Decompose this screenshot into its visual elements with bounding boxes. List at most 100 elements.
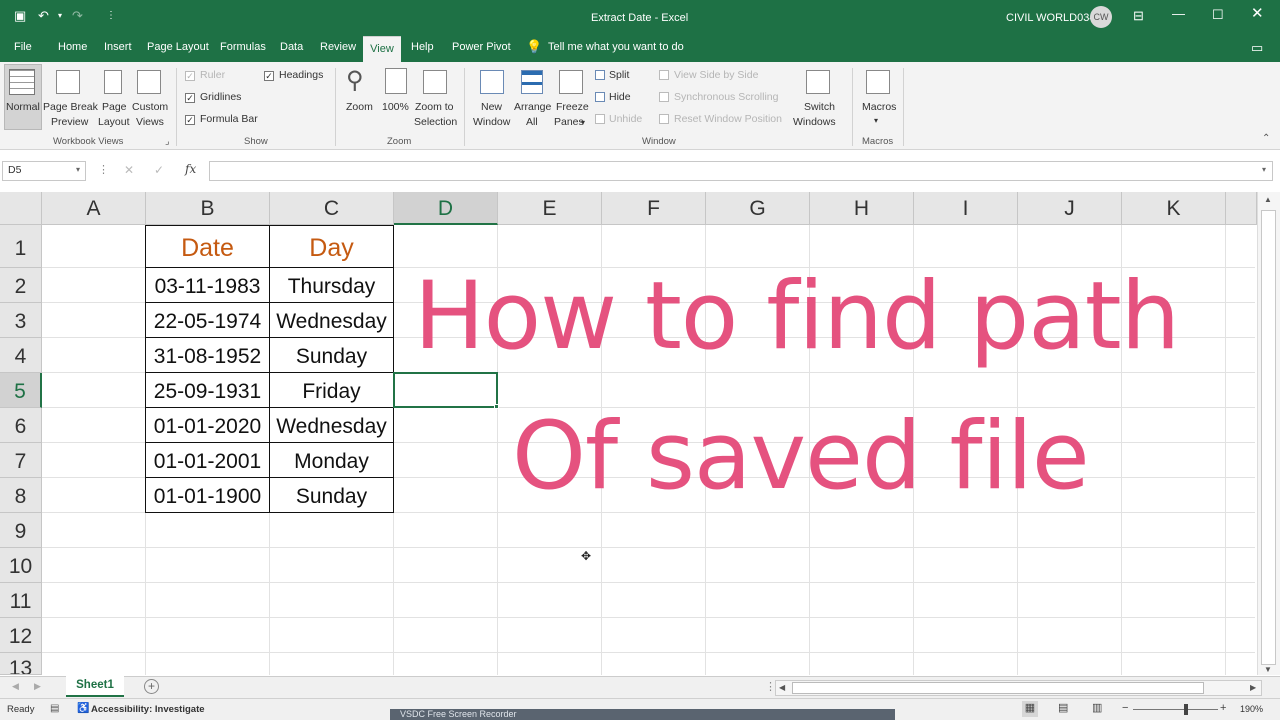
scroll-up-icon[interactable]: ▲ bbox=[1264, 195, 1272, 204]
cell-b2[interactable]: 03-11-1983 bbox=[146, 268, 269, 303]
cell-c4[interactable]: Sunday bbox=[270, 338, 393, 373]
row-header-10[interactable]: 10 bbox=[0, 548, 42, 583]
row-header-8[interactable]: 8 bbox=[0, 478, 42, 513]
row-header-5[interactable]: 5 bbox=[0, 373, 42, 408]
page-layout-label-2[interactable]: Layout bbox=[98, 115, 130, 130]
tab-file[interactable]: File bbox=[14, 41, 32, 53]
launcher-icon[interactable]: ⌟ bbox=[165, 136, 169, 147]
name-box[interactable]: D5 bbox=[2, 161, 86, 181]
horizontal-scroll-thumb[interactable] bbox=[792, 682, 1204, 694]
column-header-g[interactable]: G bbox=[706, 192, 810, 225]
unhide-button[interactable]: Unhide bbox=[609, 112, 642, 127]
cell-b5[interactable]: 25-09-1931 bbox=[146, 373, 269, 408]
collapse-ribbon-icon[interactable]: ⌃ bbox=[1262, 133, 1270, 144]
cell-c2[interactable]: Thursday bbox=[270, 268, 393, 303]
column-header-a[interactable]: A bbox=[42, 192, 146, 225]
split-button[interactable]: Split bbox=[609, 68, 629, 83]
chevron-down-icon[interactable]: ▾ bbox=[581, 115, 585, 130]
fill-handle[interactable] bbox=[494, 404, 499, 409]
chevron-down-icon[interactable]: ▾ bbox=[874, 113, 878, 128]
page-layout-status-icon[interactable]: ▤ bbox=[1058, 701, 1068, 714]
row-header-11[interactable]: 11 bbox=[0, 583, 42, 618]
row-header-1[interactable]: 1 bbox=[0, 225, 42, 268]
cell-b8[interactable]: 01-01-1900 bbox=[146, 478, 269, 513]
column-header-e[interactable]: E bbox=[498, 192, 602, 225]
cell-c1[interactable]: Day bbox=[270, 229, 393, 267]
zoom-slider-thumb[interactable] bbox=[1184, 704, 1188, 715]
formula-bar-checkbox[interactable]: ✓ bbox=[185, 115, 195, 125]
name-box-dropdown-icon[interactable]: ▾ bbox=[76, 165, 80, 174]
next-sheet-icon[interactable]: ▶ bbox=[34, 681, 41, 692]
cell-b7[interactable]: 01-01-2001 bbox=[146, 443, 269, 478]
switch-windows-label-1[interactable]: Switch bbox=[804, 100, 835, 115]
column-header-h[interactable]: H bbox=[810, 192, 914, 225]
user-name[interactable]: CIVIL WORLD034 bbox=[1006, 12, 1095, 24]
macro-record-icon[interactable]: ▤ bbox=[50, 703, 59, 714]
row-header-13[interactable]: 13 bbox=[0, 653, 42, 675]
column-header-f[interactable]: F bbox=[602, 192, 706, 225]
freeze-panes-label-2[interactable]: Panes bbox=[554, 115, 584, 130]
expand-formula-icon[interactable]: ▾ bbox=[1262, 165, 1266, 174]
freeze-panes-label-1[interactable]: Freeze bbox=[556, 100, 589, 115]
vertical-scroll-thumb[interactable] bbox=[1261, 210, 1276, 665]
hide-button[interactable]: Hide bbox=[609, 90, 631, 105]
undo-icon[interactable]: ↶ bbox=[38, 9, 49, 23]
column-header-j[interactable]: J bbox=[1018, 192, 1122, 225]
accessibility-status[interactable]: Accessibility: Investigate bbox=[91, 704, 205, 715]
gridlines-checkbox[interactable]: ✓ bbox=[185, 93, 195, 103]
page-break-label-2[interactable]: Preview bbox=[51, 115, 88, 130]
arrange-all-label-2[interactable]: All bbox=[526, 115, 538, 130]
column-header-c[interactable]: C bbox=[270, 192, 394, 225]
insert-function-icon[interactable]: fx bbox=[185, 162, 196, 176]
cell-c7[interactable]: Monday bbox=[270, 443, 393, 478]
cell-c8[interactable]: Sunday bbox=[270, 478, 393, 513]
scroll-right-icon[interactable]: ▶ bbox=[1250, 683, 1256, 692]
custom-views-label-1[interactable]: Custom bbox=[132, 100, 168, 115]
zoom-in-icon[interactable]: + bbox=[1220, 702, 1226, 714]
zoom-slider-track[interactable] bbox=[1133, 709, 1218, 710]
row-header-12[interactable]: 12 bbox=[0, 618, 42, 653]
view-side-by-side-button[interactable]: View Side by Side bbox=[674, 68, 758, 83]
ruler-checkbox[interactable]: ✓ bbox=[185, 71, 195, 81]
zoom-selection-label-1[interactable]: Zoom to bbox=[415, 100, 454, 115]
headings-checkbox[interactable]: ✓ bbox=[264, 71, 274, 81]
prev-sheet-icon[interactable]: ◀ bbox=[12, 681, 19, 692]
redo-icon[interactable]: ↷ bbox=[72, 9, 83, 23]
tab-home[interactable]: Home bbox=[58, 41, 87, 53]
scroll-down-icon[interactable]: ▼ bbox=[1264, 665, 1272, 674]
row-header-7[interactable]: 7 bbox=[0, 443, 42, 478]
column-header-b[interactable]: B bbox=[146, 192, 270, 225]
save-icon[interactable]: ▣ bbox=[14, 9, 26, 23]
cell-b1[interactable]: Date bbox=[146, 229, 269, 267]
select-all-corner[interactable] bbox=[0, 192, 42, 225]
zoom-selection-label-2[interactable]: Selection bbox=[414, 115, 457, 130]
column-header-k[interactable]: K bbox=[1122, 192, 1226, 225]
cell-b3[interactable]: 22-05-1974 bbox=[146, 303, 269, 338]
column-header-partial[interactable] bbox=[1226, 192, 1257, 225]
arrange-all-label-1[interactable]: Arrange bbox=[514, 100, 551, 115]
switch-windows-label-2[interactable]: Windows bbox=[793, 115, 836, 130]
new-window-label-1[interactable]: New bbox=[481, 100, 502, 115]
formula-input[interactable] bbox=[209, 161, 1273, 181]
comments-icon[interactable]: ▭ bbox=[1251, 40, 1263, 56]
tab-formulas[interactable]: Formulas bbox=[220, 41, 266, 53]
cancel-icon[interactable]: ✕ bbox=[124, 163, 134, 177]
close-icon[interactable]: ✕ bbox=[1251, 6, 1264, 21]
tab-data[interactable]: Data bbox=[280, 41, 303, 53]
tab-power-pivot[interactable]: Power Pivot bbox=[452, 41, 511, 53]
avatar[interactable]: CW bbox=[1090, 6, 1112, 28]
minimize-icon[interactable]: — bbox=[1172, 7, 1185, 21]
page-layout-label-1[interactable]: Page bbox=[102, 100, 127, 115]
tab-insert[interactable]: Insert bbox=[104, 41, 132, 53]
reset-window-position-button[interactable]: Reset Window Position bbox=[674, 112, 782, 127]
cell-c5[interactable]: Friday bbox=[270, 373, 393, 408]
zoom-out-icon[interactable]: − bbox=[1122, 702, 1128, 714]
cell-c6[interactable]: Wednesday bbox=[270, 408, 393, 443]
tab-page-layout[interactable]: Page Layout bbox=[147, 41, 209, 53]
normal-view-status-icon[interactable]: ▦ bbox=[1022, 701, 1038, 717]
page-break-status-icon[interactable]: ▥ bbox=[1092, 701, 1102, 714]
ribbon-display-icon[interactable]: ⊟ bbox=[1133, 9, 1144, 23]
zoom-100-label[interactable]: 100% bbox=[382, 100, 409, 115]
sheet-tab-sheet1[interactable]: Sheet1 bbox=[66, 676, 124, 697]
zoom-label[interactable]: Zoom bbox=[346, 100, 373, 115]
